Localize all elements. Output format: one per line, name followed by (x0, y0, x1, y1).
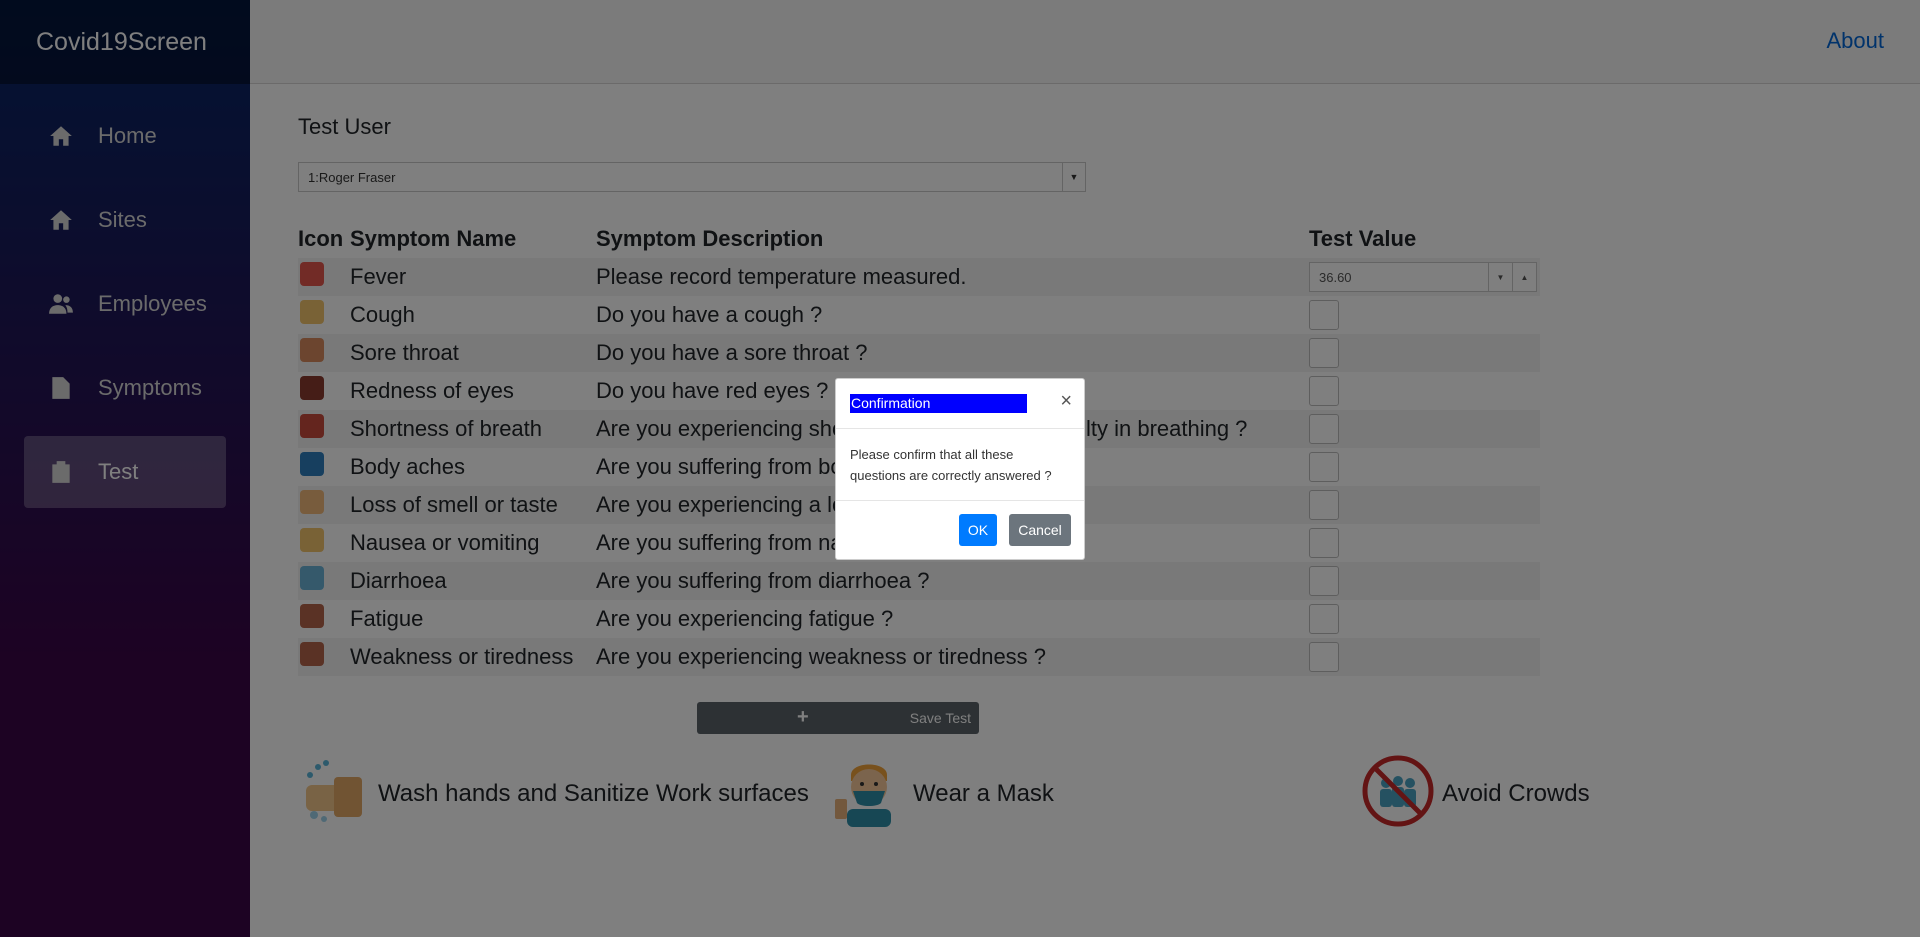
close-icon[interactable]: × (1060, 391, 1072, 411)
dialog-message-line: Please confirm that all these (850, 447, 1014, 462)
ok-button[interactable]: OK (959, 514, 997, 546)
dialog-message-line: questions are correctly answered ? (850, 468, 1052, 483)
cancel-button[interactable]: Cancel (1009, 514, 1071, 546)
dialog-header: Confirmation × (836, 379, 1084, 429)
dialog-footer: OK Cancel (836, 501, 1084, 559)
confirmation-dialog: Confirmation × Please confirm that all t… (835, 378, 1085, 560)
dialog-title: Confirmation (850, 394, 1027, 413)
dialog-body: Please confirm that all these questions … (836, 429, 1084, 501)
